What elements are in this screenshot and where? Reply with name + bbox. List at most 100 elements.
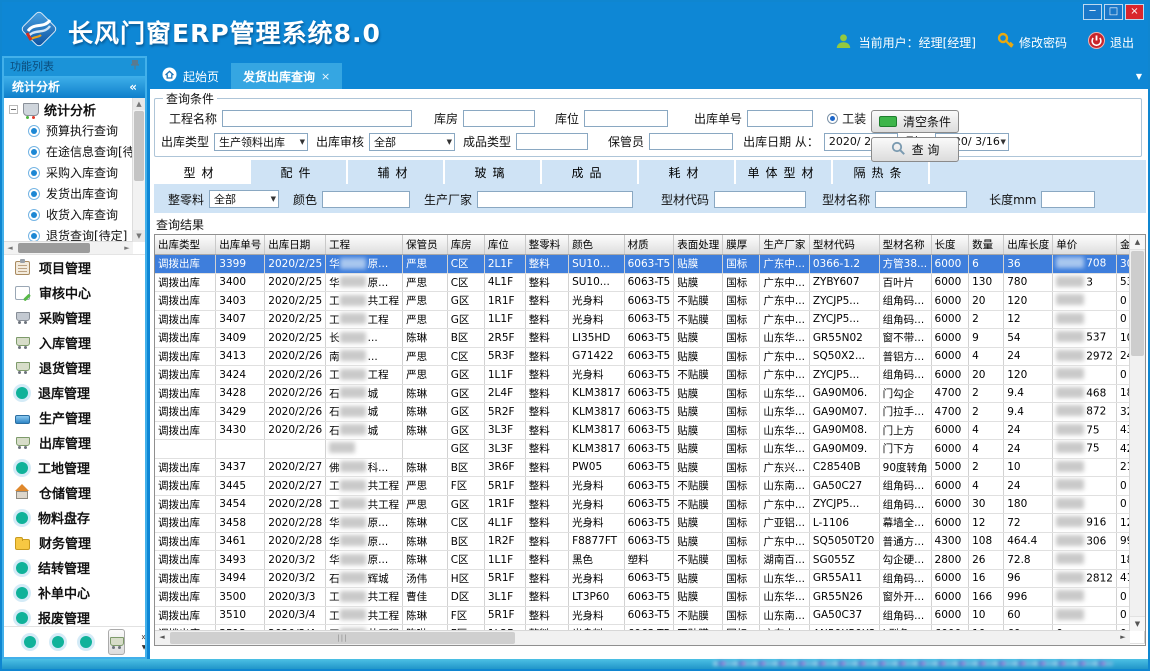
search-button[interactable]: 查 询 bbox=[871, 137, 959, 162]
table-row[interactable]: 调拨出库34372020/2/27佛科...陈琳B区3R6F整料PW056063… bbox=[155, 458, 1145, 477]
column-header[interactable]: 生产厂家 bbox=[760, 235, 809, 255]
profile-name-input[interactable] bbox=[875, 191, 967, 208]
project-name-input[interactable] bbox=[222, 110, 412, 127]
column-header[interactable]: 颜色 bbox=[569, 235, 625, 255]
tree-item[interactable]: 预算执行查询 bbox=[4, 120, 145, 141]
tree-item[interactable]: 发货出库查询 bbox=[4, 183, 145, 204]
audit-select[interactable]: 全部▼ bbox=[369, 133, 455, 151]
color-input[interactable] bbox=[322, 191, 410, 208]
radio-selected-icon[interactable] bbox=[827, 113, 838, 124]
material-tab[interactable]: 隔热条 bbox=[833, 160, 930, 184]
table-row[interactable]: 调拨出库34942020/3/2石辉城汤伟H区5R1F整料光身料6063-T5贴… bbox=[155, 569, 1145, 588]
sidebar-menu-item[interactable]: 仓储管理 bbox=[4, 480, 145, 505]
table-row[interactable]: 调拨出库34032020/2/25工共工程严思G区1R1F整料光身料6063-T… bbox=[155, 292, 1145, 311]
material-tab[interactable]: 玻璃 bbox=[445, 160, 542, 184]
order-no-input[interactable] bbox=[747, 110, 813, 127]
sidebar-menu-item[interactable]: 报废管理 bbox=[4, 605, 145, 626]
table-vertical-scrollbar[interactable]: ▲ ▼ bbox=[1129, 235, 1145, 631]
scroll-thumb[interactable] bbox=[134, 111, 144, 181]
warehouse-input[interactable] bbox=[463, 110, 535, 127]
material-tab[interactable]: 配件 bbox=[251, 160, 348, 184]
table-horizontal-scrollbar[interactable]: ◄ ||| ► bbox=[155, 630, 1130, 645]
material-tab[interactable]: 耗材 bbox=[639, 160, 736, 184]
tab-shipping-query[interactable]: 发货出库查询 × bbox=[231, 63, 342, 89]
logout-button[interactable]: 退出 bbox=[1088, 32, 1134, 52]
tab-home[interactable]: 起始页 bbox=[150, 63, 231, 89]
scroll-thumb[interactable] bbox=[18, 243, 90, 253]
material-tab[interactable]: 单体型材 bbox=[736, 160, 833, 184]
column-header[interactable]: 型材代码 bbox=[809, 235, 879, 255]
scroll-right-icon[interactable]: ► bbox=[121, 242, 133, 254]
sidebar-menu-item[interactable]: 退货管理 bbox=[4, 355, 145, 380]
scroll-up-icon[interactable]: ▲ bbox=[1130, 235, 1145, 250]
table-row[interactable]: 调拨出库34612020/2/28华原...陈琳B区1R2F整料F8877FT6… bbox=[155, 532, 1145, 551]
tree-item[interactable]: 收货入库查询 bbox=[4, 204, 145, 225]
column-header[interactable]: 出库长度 bbox=[1004, 235, 1053, 255]
table-row[interactable]: 调拨出库35102020/3/4工共工程陈琳F区5R1F整料光身料6063-T5… bbox=[155, 606, 1145, 625]
column-header[interactable]: 出库单号 bbox=[216, 235, 265, 255]
close-button[interactable]: × bbox=[1125, 4, 1144, 20]
column-header[interactable]: 出库类型 bbox=[155, 235, 216, 255]
table-row[interactable]: 调拨出库35002020/3/3工共工程曹佳D区3L1F整料LT3P606063… bbox=[155, 588, 1145, 607]
table-row[interactable]: 调拨出库34242020/2/26工工程严思G区1L1F整料光身料6063-T5… bbox=[155, 366, 1145, 385]
column-header[interactable]: 整零料 bbox=[525, 235, 568, 255]
cart-module-button[interactable] bbox=[108, 629, 125, 655]
table-row[interactable]: 调拨出库34282020/2/26石城陈琳G区2L4F整料KLM38176063… bbox=[155, 384, 1145, 403]
sidebar-menu-item[interactable]: 退库管理 bbox=[4, 380, 145, 405]
sidebar-menu-item[interactable]: 项目管理 bbox=[4, 255, 145, 280]
table-row[interactable]: 调拨出库34002020/2/25华原...严思C区4L1F整料SU10...6… bbox=[155, 273, 1145, 292]
table-row[interactable]: 调拨出库34292020/2/26石城陈琳G区5R2F整料KLM38176063… bbox=[155, 403, 1145, 422]
column-header[interactable]: 膜厚 bbox=[723, 235, 760, 255]
table-row[interactable]: 调拨出库34582020/2/28华原...陈琳C区4L1F整料光身料6063-… bbox=[155, 514, 1145, 533]
module-dot-icon[interactable] bbox=[80, 636, 92, 648]
scroll-down-icon[interactable]: ▼ bbox=[1130, 616, 1145, 631]
scroll-left-icon[interactable]: ◄ bbox=[4, 242, 16, 254]
tab-overflow-icon[interactable]: ▼ bbox=[1136, 72, 1142, 81]
column-header[interactable]: 表面处理 bbox=[674, 235, 723, 255]
table-row[interactable]: 调拨出库34542020/2/28工共工程严思G区1R1F整料光身料6063-T… bbox=[155, 495, 1145, 514]
column-header[interactable]: 材质 bbox=[624, 235, 674, 255]
collapse-chevron-icon[interactable]: « bbox=[129, 76, 137, 98]
table-row[interactable]: 调拨出库34092020/2/25长...陈琳B区2R5F整料LI35HD606… bbox=[155, 329, 1145, 348]
sidebar-menu-item[interactable]: 补单中心 bbox=[4, 580, 145, 605]
scroll-right-icon[interactable]: ► bbox=[1116, 631, 1130, 644]
length-input[interactable] bbox=[1041, 191, 1095, 208]
column-header[interactable]: 出库日期 bbox=[265, 235, 326, 255]
column-header[interactable]: 库位 bbox=[484, 235, 525, 255]
maximize-button[interactable]: □ bbox=[1104, 4, 1123, 20]
sidebar-menu-item[interactable]: 出库管理 bbox=[4, 430, 145, 455]
scroll-up-icon[interactable]: ▲ bbox=[133, 98, 145, 110]
tree-root-node[interactable]: 统计分析 bbox=[4, 98, 145, 120]
table-row[interactable]: 调拨出库34302020/2/26石城陈琳G区3L3F整料KLM38176063… bbox=[155, 421, 1145, 440]
out-type-select[interactable]: 生产领料出库▼ bbox=[214, 133, 308, 151]
scroll-thumb[interactable] bbox=[1131, 251, 1144, 356]
column-header[interactable]: 单价 bbox=[1053, 235, 1117, 255]
scroll-left-icon[interactable]: ◄ bbox=[155, 631, 169, 644]
whole-piece-select[interactable]: 全部▼ bbox=[209, 190, 279, 208]
tab-close-icon[interactable]: × bbox=[321, 70, 330, 83]
column-header[interactable]: 数量 bbox=[969, 235, 1004, 255]
more-modules-button[interactable]: » ▼ bbox=[141, 633, 147, 652]
profile-code-input[interactable] bbox=[714, 191, 806, 208]
sidebar-menu-item[interactable]: 财务管理 bbox=[4, 530, 145, 555]
product-type-input[interactable] bbox=[516, 133, 588, 150]
keeper-input[interactable] bbox=[649, 133, 733, 150]
table-row[interactable]: 调拨出库34932020/3/2华原...陈琳C区1L1F整料黑色塑料不贴膜国标… bbox=[155, 551, 1145, 570]
table-row[interactable]: 调拨出库34132020/2/26南...严思C区5R3F整料G71422606… bbox=[155, 347, 1145, 366]
column-header[interactable]: 保管员 bbox=[403, 235, 448, 255]
table-row[interactable]: 调拨出库34452020/2/27工共工程严思F区5R1F整料光身料6063-T… bbox=[155, 477, 1145, 496]
table-row[interactable]: G区3L3F整料KLM38176063-T5贴膜国标山东华...GA90M09.… bbox=[155, 440, 1145, 459]
column-header[interactable]: 工程 bbox=[326, 235, 403, 255]
scroll-down-icon[interactable]: ▼ bbox=[133, 230, 145, 242]
sidebar-menu-item[interactable]: 审核中心 bbox=[4, 280, 145, 305]
sidebar-menu-item[interactable]: 生产管理 bbox=[4, 405, 145, 430]
column-header[interactable]: 型材名称 bbox=[879, 235, 931, 255]
location-input[interactable] bbox=[584, 110, 668, 127]
pin-icon[interactable] bbox=[131, 58, 139, 76]
manufacturer-input[interactable] bbox=[477, 191, 633, 208]
sidebar-menu-item[interactable]: 采购管理 bbox=[4, 305, 145, 330]
material-tab[interactable]: 辅材 bbox=[348, 160, 445, 184]
material-tab[interactable]: 型材 bbox=[154, 160, 251, 184]
radio-industrial[interactable]: 工装 bbox=[827, 110, 866, 127]
column-header[interactable]: 库房 bbox=[447, 235, 484, 255]
